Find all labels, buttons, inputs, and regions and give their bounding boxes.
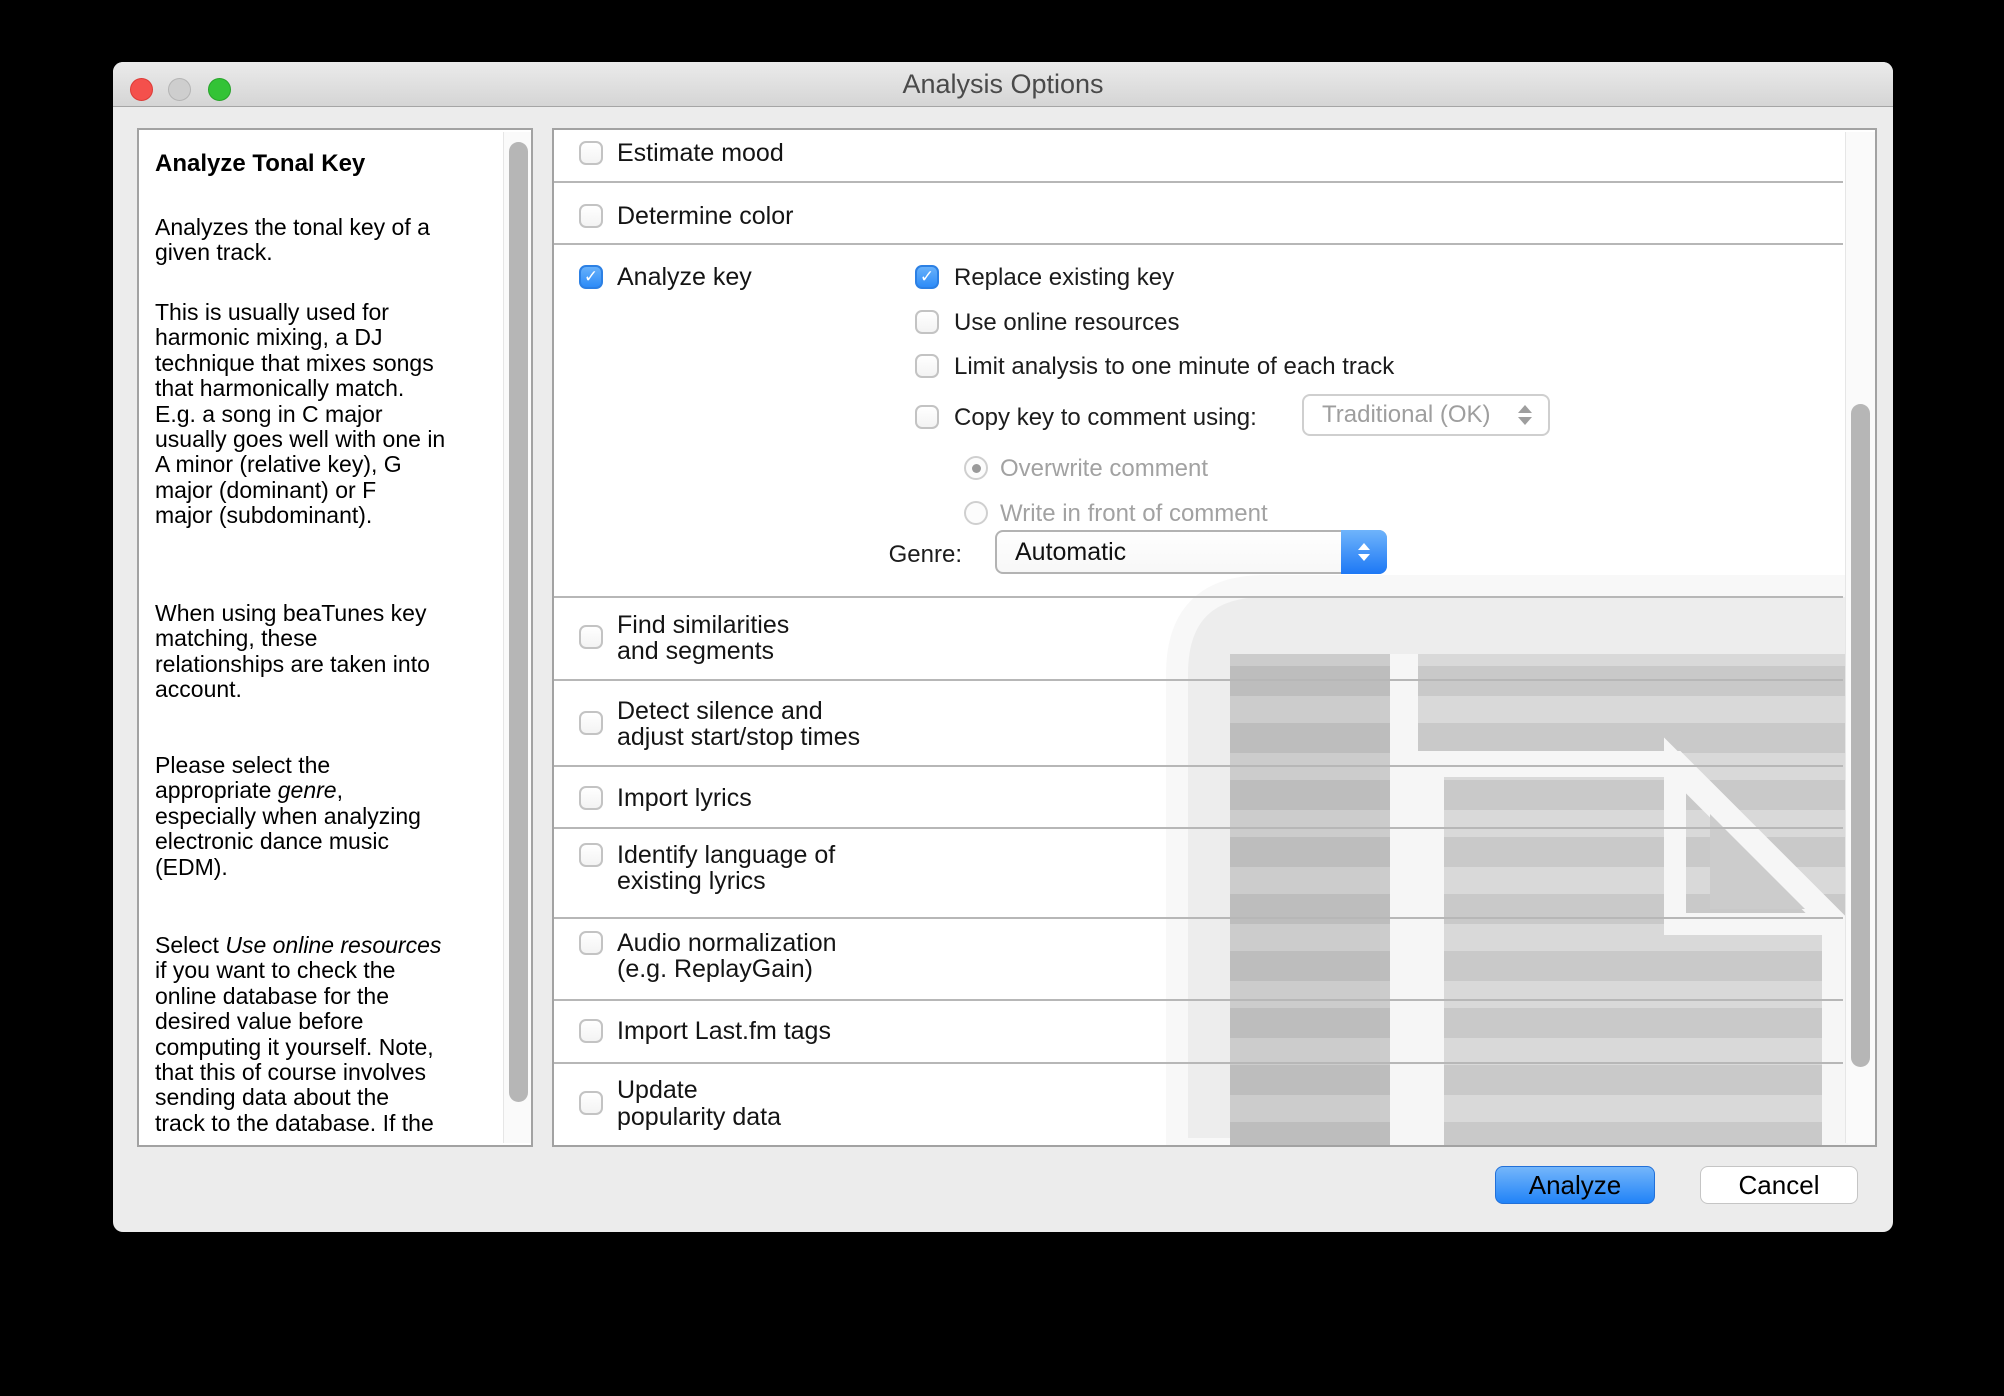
checkbox-use-online-resources[interactable]: ✓ xyxy=(915,310,939,334)
row-divider xyxy=(554,917,1843,919)
row-divider xyxy=(554,181,1843,183)
checkbox-copy-key-to-comment[interactable]: ✓ xyxy=(915,405,939,429)
checkbox-determine-color[interactable]: ✓ xyxy=(579,204,603,228)
checkbox-estimate-mood[interactable]: ✓ xyxy=(579,141,603,165)
help-heading: Analyze Tonal Key xyxy=(155,150,365,178)
help-panel: Analyze Tonal Key Analyzes the tonal key… xyxy=(137,128,533,1147)
checkbox-update-popularity[interactable]: ✓ xyxy=(579,1091,603,1115)
checkbox-detect-silence[interactable]: ✓ xyxy=(579,711,603,735)
window-title: Analysis Options xyxy=(902,69,1103,100)
label-copy-key-to-comment: Copy key to comment using: xyxy=(954,404,1257,432)
analyze-button[interactable]: Analyze xyxy=(1495,1166,1655,1204)
label-import-lastfm-tags: Import Last.fm tags xyxy=(617,1018,831,1044)
row-divider xyxy=(554,999,1843,1001)
chevron-up-down-icon xyxy=(1518,396,1532,434)
screen: Analysis Options Analyze Tonal Key Analy… xyxy=(0,0,2004,1396)
checkbox-import-lastfm-tags[interactable]: ✓ xyxy=(579,1019,603,1043)
label-write-in-front: Write in front of comment xyxy=(1000,500,1268,528)
options-scrollbar-thumb[interactable] xyxy=(1851,404,1870,1067)
checkbox-import-lyrics[interactable]: ✓ xyxy=(579,786,603,810)
genre-select[interactable]: Automatic xyxy=(995,530,1387,574)
radio-write-in-front[interactable] xyxy=(964,501,988,525)
label-analyze-key: Analyze key xyxy=(617,264,752,290)
help-paragraph: Analyzes the tonal key of a given track. xyxy=(155,215,503,266)
label-import-lyrics: Import lyrics xyxy=(617,785,752,811)
label-overwrite-comment: Overwrite comment xyxy=(1000,455,1208,483)
row-divider xyxy=(554,827,1843,829)
checkbox-analyze-key[interactable]: ✓ xyxy=(579,265,603,289)
label-detect-silence: Detect silence and adjust start/stop tim… xyxy=(617,698,860,750)
row-divider xyxy=(554,1062,1843,1064)
genre-value: Automatic xyxy=(1015,538,1126,567)
help-scrollbar-track[interactable] xyxy=(503,132,533,1143)
options-panel: ✓ Estimate mood ✓ Determine color ✓ Anal… xyxy=(552,128,1877,1147)
label-find-similarities: Find similarities and segments xyxy=(617,612,789,664)
row-divider xyxy=(554,243,1843,245)
close-icon[interactable] xyxy=(130,78,153,101)
help-scrollbar-thumb[interactable] xyxy=(509,142,528,1102)
label-limit-analysis: Limit analysis to one minute of each tra… xyxy=(954,353,1394,381)
row-divider xyxy=(554,596,1843,598)
options-list: ✓ Estimate mood ✓ Determine color ✓ Anal… xyxy=(554,130,1875,1145)
help-paragraph: Select Use online resources if you want … xyxy=(155,933,503,1136)
help-paragraph: Please select the appropriate genre, esp… xyxy=(155,753,503,880)
analysis-options-dialog: Analysis Options Analyze Tonal Key Analy… xyxy=(113,62,1893,1232)
label-update-popularity: Update popularity data xyxy=(617,1077,781,1131)
checkbox-identify-language[interactable]: ✓ xyxy=(579,843,603,867)
chevron-up-down-icon xyxy=(1341,530,1387,574)
label-estimate-mood: Estimate mood xyxy=(617,140,784,166)
help-paragraph: When using beaTunes key matching, these … xyxy=(155,601,503,703)
minimize-icon[interactable] xyxy=(168,78,191,101)
checkbox-audio-normalization[interactable]: ✓ xyxy=(579,931,603,955)
help-paragraph: This is usually used for harmonic mixing… xyxy=(155,300,503,529)
checkbox-replace-existing-key[interactable]: ✓ xyxy=(915,265,939,289)
cancel-button[interactable]: Cancel xyxy=(1700,1166,1858,1204)
row-divider xyxy=(554,765,1843,767)
key-format-select[interactable]: Traditional (OK) xyxy=(1302,394,1550,436)
row-divider xyxy=(554,679,1843,681)
checkbox-find-similarities[interactable]: ✓ xyxy=(579,625,603,649)
label-identify-language: Identify language of existing lyrics xyxy=(617,842,835,894)
label-replace-existing-key: Replace existing key xyxy=(954,264,1174,292)
label-determine-color: Determine color xyxy=(617,203,793,229)
key-format-value: Traditional (OK) xyxy=(1322,401,1491,429)
genre-label: Genre: xyxy=(884,541,962,569)
radio-overwrite-comment[interactable] xyxy=(964,456,988,480)
zoom-icon[interactable] xyxy=(208,78,231,101)
checkbox-limit-analysis[interactable]: ✓ xyxy=(915,354,939,378)
title-bar[interactable]: Analysis Options xyxy=(113,62,1893,107)
options-scrollbar-track[interactable] xyxy=(1845,132,1876,1143)
label-audio-normalization: Audio normalization (e.g. ReplayGain) xyxy=(617,930,837,982)
label-use-online-resources: Use online resources xyxy=(954,309,1179,337)
